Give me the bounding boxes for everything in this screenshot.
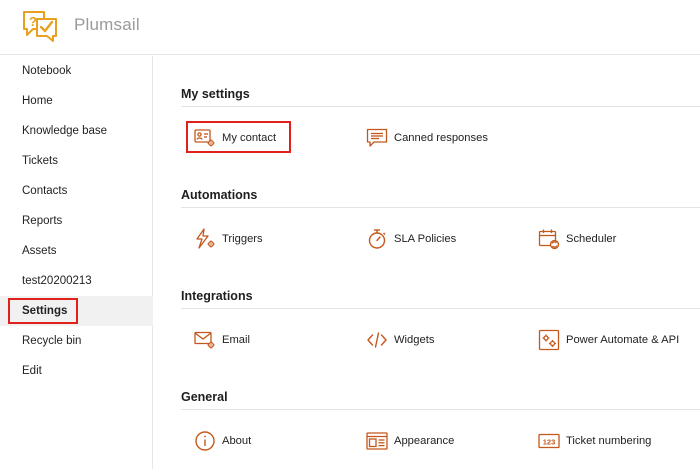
- sidebar-item-label: Assets: [22, 245, 57, 257]
- info-circle-icon: [195, 431, 215, 451]
- sidebar-nav: Notebook Home Knowledge base Tickets Con…: [0, 56, 153, 469]
- svg-text:?: ?: [29, 14, 37, 29]
- tile-canned-responses[interactable]: Canned responses: [366, 123, 488, 153]
- tile-label: Triggers: [222, 233, 263, 245]
- tile-label: Widgets: [394, 334, 435, 346]
- tile-email[interactable]: Email: [194, 325, 250, 355]
- sidebar-item-edit[interactable]: Edit: [0, 356, 153, 386]
- speech-bubble-lines-icon: [366, 128, 388, 147]
- tile-my-contact[interactable]: My contact: [186, 121, 291, 153]
- tile-label: About: [222, 435, 252, 447]
- sidebar-item-label: Edit: [22, 365, 42, 377]
- code-brackets-icon: [367, 332, 387, 348]
- sidebar-item-notebook[interactable]: Notebook: [0, 56, 153, 86]
- sidebar-item-label: Contacts: [22, 185, 68, 197]
- layout-window-icon: [366, 432, 388, 450]
- sidebar-item-contacts[interactable]: Contacts: [0, 176, 153, 206]
- envelope-gear-icon: [194, 331, 215, 349]
- tile-triggers[interactable]: Triggers: [194, 224, 263, 254]
- number-box-icon: 123: [538, 433, 560, 449]
- plumsail-logo-icon[interactable]: ?: [22, 10, 58, 42]
- tile-power-automate-api[interactable]: Power Automate & API: [538, 325, 679, 355]
- app-header: ? Plumsail: [0, 0, 700, 55]
- stopwatch-icon: [368, 229, 386, 249]
- sidebar-item-label: Recycle bin: [22, 335, 82, 347]
- sidebar-item-tickets[interactable]: Tickets: [0, 146, 153, 176]
- sidebar-item-label: test20200213: [22, 275, 92, 287]
- tile-sla-policies[interactable]: SLA Policies: [366, 224, 456, 254]
- section-divider: [181, 207, 700, 208]
- highlight-box: [186, 121, 291, 153]
- sidebar-item-test20200213[interactable]: test20200213: [0, 266, 153, 296]
- tile-ticket-numbering[interactable]: 123 Ticket numbering: [538, 426, 651, 456]
- tile-widgets[interactable]: Widgets: [366, 325, 434, 355]
- section-title-general: General: [181, 390, 228, 404]
- sidebar-item-reports[interactable]: Reports: [0, 206, 153, 236]
- sidebar-item-label: Notebook: [22, 65, 72, 77]
- tile-label: SLA Policies: [394, 233, 457, 245]
- section-divider: [181, 308, 700, 309]
- tile-label: Power Automate & API: [566, 334, 680, 346]
- svg-text:123: 123: [543, 438, 556, 447]
- sidebar-item-label: Knowledge base: [22, 125, 108, 137]
- tile-label: Ticket numbering: [566, 435, 652, 447]
- calendar-refresh-icon: [538, 229, 560, 250]
- sidebar-item-label: Tickets: [22, 155, 58, 167]
- sidebar-item-home[interactable]: Home: [0, 86, 153, 116]
- highlight-box: [8, 298, 78, 324]
- tile-about[interactable]: About: [194, 426, 251, 456]
- sidebar-item-recycle-bin[interactable]: Recycle bin: [0, 326, 153, 356]
- tile-scheduler[interactable]: Scheduler: [538, 224, 616, 254]
- settings-main: My settings My contact Canned responses …: [154, 56, 700, 469]
- brand-name: Plumsail: [74, 15, 140, 34]
- sidebar-item-knowledge-base[interactable]: Knowledge base: [0, 116, 153, 146]
- section-divider: [181, 409, 700, 410]
- section-title-automations: Automations: [181, 188, 258, 202]
- window-gears-icon: [538, 329, 560, 351]
- sidebar-item-assets[interactable]: Assets: [0, 236, 153, 266]
- tile-label: Scheduler: [566, 233, 617, 245]
- sidebar-item-settings[interactable]: Settings: [0, 296, 153, 326]
- sidebar-item-label: Reports: [22, 215, 63, 227]
- tile-label: Appearance: [394, 435, 455, 447]
- section-title-integrations: Integrations: [181, 289, 253, 303]
- tile-label: Email: [222, 334, 250, 346]
- section-title-my-settings: My settings: [181, 87, 250, 101]
- tile-label: Canned responses: [394, 132, 488, 144]
- tile-appearance[interactable]: Appearance: [366, 426, 454, 456]
- sidebar-item-label: Home: [22, 95, 53, 107]
- section-divider: [181, 106, 700, 107]
- lightning-gear-icon: [196, 228, 215, 249]
